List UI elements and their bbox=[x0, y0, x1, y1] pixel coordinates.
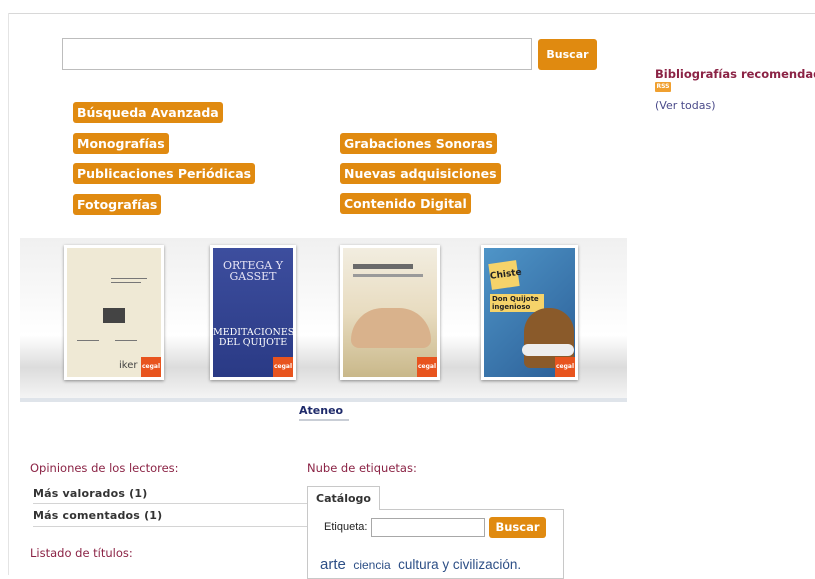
titles-list-title: Listado de títulos: bbox=[30, 546, 133, 560]
tab-ateneo-underline bbox=[299, 419, 349, 421]
tag-input[interactable] bbox=[371, 518, 485, 537]
sound-recordings-button[interactable]: Grabaciones Sonoras bbox=[340, 133, 497, 154]
list-item-most-commented[interactable]: Más comentados (1) bbox=[33, 509, 310, 522]
periodicals-button[interactable]: Publicaciones Periódicas bbox=[73, 163, 256, 184]
book-cover-2[interactable]: ORTEGA Y GASSET MEDITACIONES DEL QUIJOTE… bbox=[210, 245, 296, 380]
rss-icon[interactable]: RSS bbox=[655, 82, 671, 92]
book-cover-4[interactable]: Chiste Don Quijote ingenioso cegal bbox=[481, 245, 578, 380]
cover-title: Chiste bbox=[488, 260, 522, 290]
tag-ciencia[interactable]: ciencia bbox=[353, 558, 390, 572]
tag-arte[interactable]: arte bbox=[320, 556, 346, 573]
list-item-most-rated[interactable]: Más valorados (1) bbox=[33, 487, 310, 500]
cover-text: iker bbox=[119, 360, 138, 371]
cover-subtitle: MEDITACIONES DEL QUIJOTE bbox=[213, 327, 295, 348]
opinions-title: Opiniones de los lectores: bbox=[30, 461, 179, 475]
tag-cloud: arte ciencia cultura y civilización. bbox=[320, 556, 521, 574]
cover-header bbox=[353, 264, 413, 269]
cegal-badge: cegal bbox=[555, 357, 575, 377]
cover-illustration bbox=[351, 308, 431, 348]
cover-emblem bbox=[103, 308, 125, 323]
digital-content-button[interactable]: Contenido Digital bbox=[340, 193, 471, 214]
divider bbox=[33, 526, 310, 527]
see-all-link[interactable]: (Ver todas) bbox=[655, 99, 716, 112]
book-cover-3[interactable]: cegal bbox=[340, 245, 440, 380]
recommended-bibliographies-link[interactable]: Bibliografías recomendadas bbox=[655, 67, 815, 81]
new-acquisitions-button[interactable]: Nuevas adquisiciones bbox=[340, 163, 501, 184]
cover-portrait-collar bbox=[522, 344, 574, 356]
search-button[interactable]: Buscar bbox=[538, 39, 597, 70]
tag-cloud-title: Nube de etiquetas: bbox=[307, 461, 417, 475]
tag-cultura[interactable]: cultura y civilización. bbox=[398, 557, 521, 572]
cover-subheader bbox=[353, 274, 423, 277]
tab-ateneo[interactable]: Ateneo bbox=[299, 404, 343, 417]
advanced-search-button[interactable]: Búsqueda Avanzada bbox=[73, 102, 223, 123]
cegal-badge: cegal bbox=[273, 357, 293, 377]
cover-subtitle: Don Quijote ingenioso bbox=[490, 294, 544, 312]
photographs-button[interactable]: Fotografías bbox=[73, 194, 162, 215]
carousel-base bbox=[20, 398, 627, 402]
cover-title: ORTEGA Y GASSET bbox=[223, 259, 283, 283]
cegal-badge: cegal bbox=[141, 357, 161, 377]
search-input[interactable] bbox=[62, 38, 532, 70]
tab-catalogo[interactable]: Catálogo bbox=[307, 486, 380, 510]
top-border bbox=[8, 13, 815, 14]
tag-label: Etiqueta: bbox=[324, 521, 368, 533]
book-cover-1[interactable]: iker cegal bbox=[64, 245, 164, 380]
cegal-badge: cegal bbox=[417, 357, 437, 377]
divider bbox=[33, 503, 310, 504]
left-border bbox=[8, 13, 9, 575]
monographs-button[interactable]: Monografías bbox=[73, 133, 169, 154]
tag-search-button[interactable]: Buscar bbox=[489, 517, 546, 538]
